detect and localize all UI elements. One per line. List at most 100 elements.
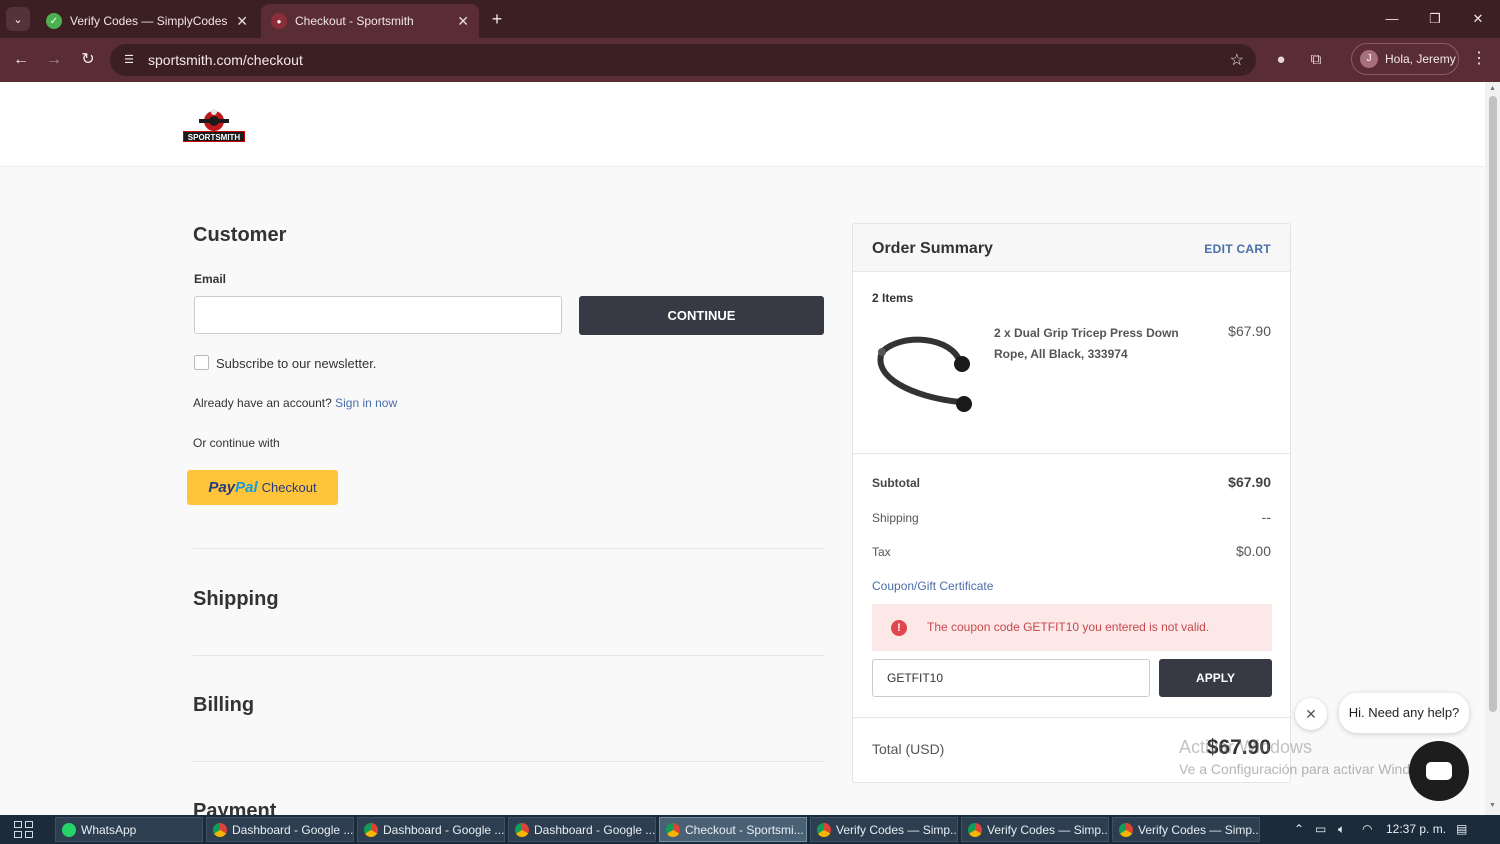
tax-label: Tax: [872, 545, 891, 559]
tab-close-icon[interactable]: ✕: [236, 13, 248, 30]
sportsmith-favicon-icon: ●: [271, 13, 287, 29]
customer-heading: Customer: [193, 224, 287, 246]
address-bar[interactable]: ☰ sportsmith.com/checkout ☆: [110, 44, 1256, 76]
whatsapp-icon: [62, 822, 76, 837]
tab-verify-codes[interactable]: ✓ Verify Codes — SimplyCodes ✕: [36, 4, 258, 38]
sign-in-link[interactable]: Sign in now: [335, 396, 397, 410]
taskbar-item-chrome[interactable]: Verify Codes — Simp...: [1112, 817, 1260, 842]
browser-tab-strip: ⌄ ✓ Verify Codes — SimplyCodes ✕ ● Check…: [0, 0, 1500, 38]
forward-arrow-icon[interactable]: →: [42, 48, 66, 72]
scroll-up-arrow-icon[interactable]: ▲: [1488, 85, 1497, 92]
tab-close-icon[interactable]: ✕: [457, 13, 469, 30]
browser-toolbar: ← → ↻ ☰ sportsmith.com/checkout ☆ ● ⧉ J …: [0, 38, 1500, 82]
show-hidden-icons-chevron-icon[interactable]: ⌃: [1294, 822, 1304, 836]
volume-icon[interactable]: 🔈︎: [1338, 822, 1345, 837]
newsletter-checkbox[interactable]: [194, 355, 209, 370]
tab-checkout[interactable]: ● Checkout - Sportsmith ✕: [261, 4, 479, 38]
clock[interactable]: 12:37 p. m.: [1386, 822, 1446, 836]
shipping-label: Shipping: [872, 511, 919, 525]
taskbar-item-label: Dashboard - Google ...: [232, 822, 354, 837]
email-field[interactable]: [194, 296, 562, 334]
continue-button[interactable]: CONTINUE: [579, 296, 824, 335]
order-summary-panel: Order Summary EDIT CART 2 Items 2 x Dual…: [852, 223, 1291, 783]
shipping-heading: Shipping: [193, 588, 279, 610]
paypal-checkout-button[interactable]: Pay Pal Checkout: [187, 470, 338, 505]
shipping-value: --: [1261, 509, 1271, 525]
subtotal-value: $67.90: [1228, 474, 1271, 490]
chrome-icon: [515, 822, 529, 837]
tab-search-button[interactable]: ⌄: [6, 7, 30, 31]
wifi-icon[interactable]: ◠: [1362, 822, 1372, 836]
taskbar-item-chrome[interactable]: Verify Codes — Simp...: [810, 817, 958, 842]
reload-icon[interactable]: ↻: [76, 48, 100, 72]
chrome-icon: [1119, 822, 1133, 837]
summary-divider: [853, 717, 1290, 718]
profile-button[interactable]: J Hola, Jeremy: [1351, 43, 1459, 75]
payment-heading: Payment: [193, 800, 277, 815]
continue-with-label: Or continue with: [193, 436, 280, 450]
email-label: Email: [194, 272, 227, 286]
paypal-checkout-text: Checkout: [261, 480, 317, 495]
more-menu-icon[interactable]: ⋮: [1470, 48, 1488, 72]
chat-close-icon[interactable]: ✕: [1295, 698, 1327, 730]
apply-coupon-button[interactable]: APPLY: [1159, 659, 1272, 697]
chat-greeting-bubble[interactable]: Hi. Need any help?: [1339, 693, 1469, 733]
product-price: $67.90: [1228, 323, 1271, 339]
chat-bubble-icon: [1426, 762, 1452, 780]
edit-cart-link[interactable]: EDIT CART: [1204, 242, 1271, 256]
scrollbar-thumb[interactable]: [1489, 96, 1497, 712]
new-tab-button[interactable]: +: [486, 8, 508, 30]
chrome-icon: [364, 822, 378, 837]
taskbar-item-chrome[interactable]: Dashboard - Google ...: [508, 817, 656, 842]
tab-title: Verify Codes — SimplyCodes: [70, 14, 228, 28]
notifications-icon[interactable]: ▤: [1456, 822, 1467, 836]
taskbar-item-label: WhatsApp: [81, 822, 137, 837]
section-divider: [193, 655, 824, 656]
taskbar-item-label: Dashboard - Google ...: [534, 822, 656, 837]
logo-wordmark: SPORTSMITH: [183, 131, 245, 142]
logo-emblem-icon: [199, 109, 229, 131]
tab-title: Checkout - Sportsmith: [295, 14, 414, 28]
chrome-icon: [213, 822, 227, 837]
restore-button[interactable]: ❐: [1415, 6, 1455, 32]
taskbar-item-label: Checkout - Sportsmi...: [685, 822, 804, 837]
bookmark-star-icon[interactable]: ☆: [1230, 50, 1244, 70]
start-grid-icon[interactable]: [14, 821, 34, 839]
paypal-logo-pal: Pal: [235, 479, 258, 496]
taskbar-item-label: Verify Codes — Simp...: [1138, 822, 1260, 837]
taskbar-item-chrome[interactable]: Verify Codes — Simp...: [961, 817, 1109, 842]
extension-puzzle-ghost-icon[interactable]: ●: [1270, 49, 1292, 71]
site-header: SPORTSMITH: [0, 82, 1485, 167]
url-text: sportsmith.com/checkout: [148, 52, 303, 68]
extensions-icon[interactable]: ⧉: [1305, 49, 1327, 71]
tax-value: $0.00: [1235, 543, 1271, 559]
coupon-error-alert: ! The coupon code GETFIT10 you entered i…: [872, 604, 1272, 651]
section-divider: [193, 548, 824, 549]
order-summary-header: Order Summary EDIT CART: [853, 224, 1290, 272]
taskbar-item-chrome[interactable]: Dashboard - Google ...: [357, 817, 505, 842]
account-prompt: Already have an account? Sign in now: [193, 396, 397, 410]
summary-divider: [853, 453, 1290, 454]
page-viewport: SPORTSMITH Customer Email CONTINUE Subsc…: [0, 82, 1485, 815]
back-arrow-icon[interactable]: ←: [9, 48, 33, 72]
subtotal-label: Subtotal: [872, 476, 920, 490]
minimize-button[interactable]: —: [1372, 6, 1412, 32]
coupon-code-input[interactable]: GETFIT10: [872, 659, 1150, 697]
coupon-error-message: The coupon code GETFIT10 you entered is …: [927, 620, 1210, 634]
taskbar-item-label: Verify Codes — Simp...: [987, 822, 1109, 837]
profile-label: Hola, Jeremy: [1385, 52, 1456, 66]
error-icon: !: [891, 620, 907, 636]
sportsmith-logo[interactable]: SPORTSMITH: [183, 108, 245, 142]
chat-launcher-button[interactable]: [1409, 741, 1469, 801]
window-close-button[interactable]: ✕: [1458, 6, 1498, 32]
order-summary-title: Order Summary: [872, 240, 993, 257]
taskbar-item-chrome[interactable]: Dashboard - Google ...: [206, 817, 354, 842]
taskbar-item-chrome-active[interactable]: Checkout - Sportsmi...: [659, 817, 807, 842]
network-icon[interactable]: ▭: [1315, 822, 1326, 836]
product-name: 2 x Dual Grip Tricep Press Down Rope, Al…: [994, 326, 1179, 361]
taskbar-item-whatsapp[interactable]: WhatsApp: [55, 817, 203, 842]
site-info-icon[interactable]: ☰: [120, 51, 138, 69]
page-scrollbar[interactable]: ▲ ▼: [1485, 82, 1500, 815]
coupon-gift-link[interactable]: Coupon/Gift Certificate: [872, 579, 993, 593]
scroll-down-arrow-icon[interactable]: ▼: [1488, 802, 1497, 809]
